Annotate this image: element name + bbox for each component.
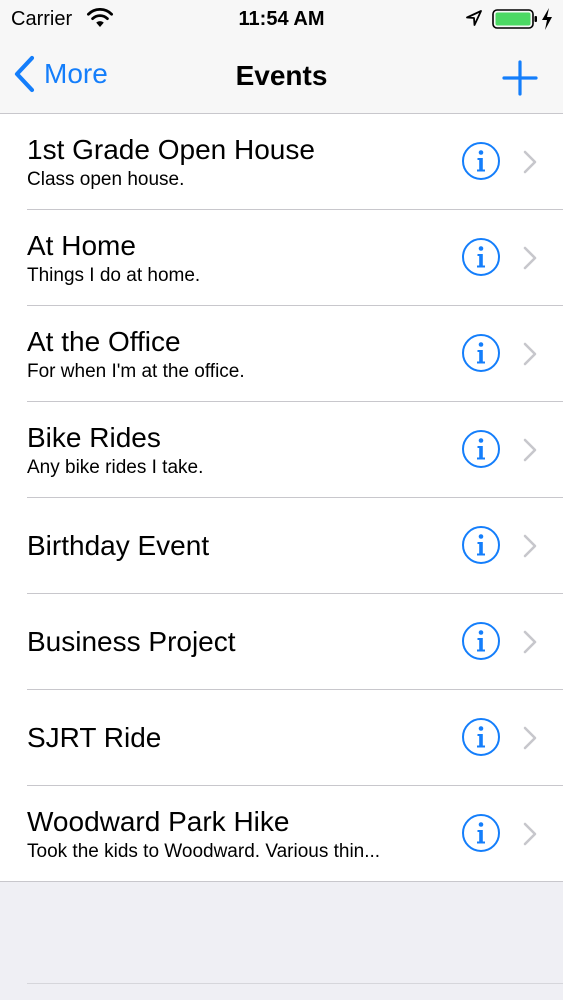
info-circle-icon[interactable] [461,333,501,373]
row-title: At Home [27,229,136,261]
table-row[interactable]: SJRT Ride [0,690,563,786]
row-text: At Home Things I do at home. [27,210,447,306]
info-circle-icon[interactable] [461,429,501,469]
row-text: SJRT Ride [27,690,447,786]
bottom-divider [27,983,563,984]
table-row[interactable]: Birthday Event [0,498,563,594]
chevron-right-icon [523,534,537,558]
charging-bolt-icon [542,8,552,30]
info-circle-icon[interactable] [461,525,501,565]
add-button[interactable] [498,56,542,100]
info-circle-icon[interactable] [461,237,501,277]
chevron-right-icon [523,438,537,462]
row-subtitle: Took the kids to Woodward. Various thin.… [27,840,381,862]
event-list: 1st Grade Open House Class open house. At … [0,114,563,882]
table-row[interactable]: Bike Rides Any bike rides I take. [0,402,563,498]
row-title: Business Project [27,626,236,657]
battery-icon [492,9,537,29]
chevron-right-icon [523,246,537,270]
row-title: SJRT Ride [27,722,162,753]
table-row[interactable]: 1st Grade Open House Class open house. [0,114,563,210]
row-title: At the Office [27,325,181,357]
page-title: Events [235,60,328,91]
location-arrow-icon [466,10,482,26]
table-row[interactable]: Woodward Park Hike Took the kids to Woodw… [0,786,563,882]
row-text: Woodward Park Hike Took the kids to Woodw… [27,786,447,882]
info-circle-icon[interactable] [461,813,501,853]
row-text: Birthday Event [27,498,447,594]
chevron-right-icon [523,342,537,366]
row-text: At the Office For when I'm at the office. [27,306,447,402]
row-title: 1st Grade Open House [27,133,315,165]
navigation-header: Carrier 11:54 AM More Events [0,0,563,114]
status-bar: Carrier 11:54 AM [0,0,563,38]
chevron-right-icon [523,822,537,846]
table-row[interactable]: At the Office For when I'm at the office. [0,306,563,402]
row-text: Business Project [27,594,447,690]
table-row[interactable]: At Home Things I do at home. [0,210,563,306]
row-subtitle: Things I do at home. [27,264,201,286]
info-circle-icon[interactable] [461,621,501,661]
table-row[interactable]: Business Project [0,594,563,690]
chevron-right-icon [523,150,537,174]
row-title: Bike Rides [27,421,161,453]
chevron-right-icon [523,726,537,750]
info-circle-icon[interactable] [461,717,501,757]
row-text: 1st Grade Open House Class open house. [27,114,447,210]
info-circle-icon[interactable] [461,141,501,181]
row-subtitle: Class open house. [27,168,185,190]
plus-icon [502,60,538,96]
row-title: Birthday Event [27,530,210,561]
chevron-right-icon [523,630,537,654]
row-text: Bike Rides Any bike rides I take. [27,402,447,498]
row-subtitle: Any bike rides I take. [27,456,204,478]
nav-bar: More Events [0,38,563,113]
row-title: Woodward Park Hike [27,805,290,837]
row-subtitle: For when I'm at the office. [27,360,245,382]
